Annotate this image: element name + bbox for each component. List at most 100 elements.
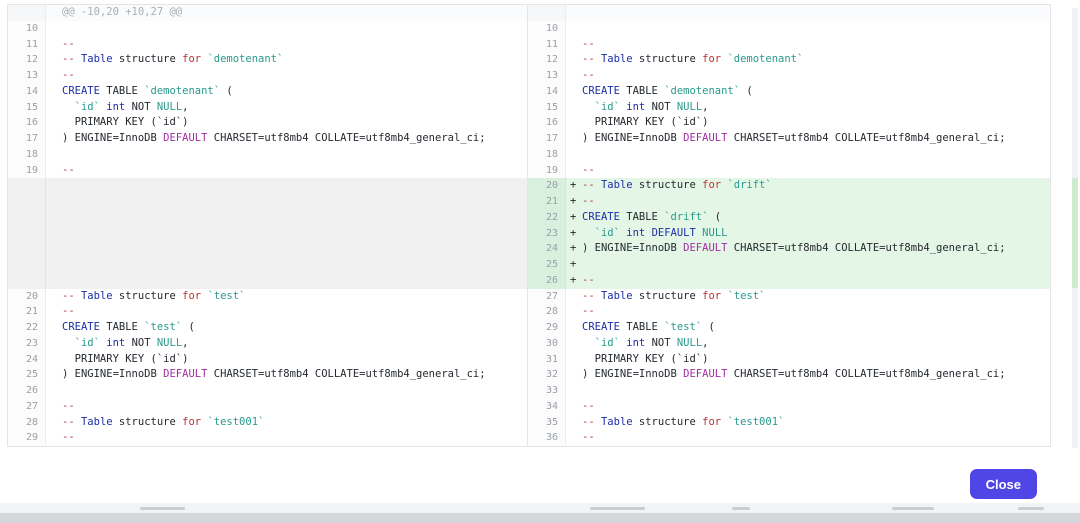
dimmed-text-fragment <box>140 507 185 510</box>
line-number: 12 <box>528 52 566 68</box>
diff-line: 29-- <box>8 430 527 446</box>
line-number <box>8 210 46 226</box>
diff-line: 35-- Table structure for `test001` <box>528 415 1050 431</box>
code-text <box>566 21 1050 37</box>
placeholder-row <box>8 194 527 210</box>
code-text: -- Table structure for `test` <box>566 289 1050 305</box>
code-text <box>46 226 527 242</box>
dimmed-page-background <box>0 513 1080 523</box>
line-number: 10 <box>8 21 46 37</box>
diff-line: 10 <box>8 21 527 37</box>
diff-line: 10 <box>528 21 1050 37</box>
diff-line: 27-- <box>8 399 527 415</box>
code-text: -- <box>566 399 1050 415</box>
diff-line-added: 21+-- <box>528 194 1050 210</box>
code-text: -- Table structure for `test001` <box>46 415 527 431</box>
code-text: -- <box>46 304 527 320</box>
diff-line-added: 20+-- Table structure for `drift` <box>528 178 1050 194</box>
diff-line: 11-- <box>8 37 527 53</box>
diff-line: 11-- <box>528 37 1050 53</box>
diff-line: 22CREATE TABLE `test` ( <box>8 320 527 336</box>
code-text: -- <box>46 430 527 446</box>
code-text: -- <box>566 304 1050 320</box>
code-text <box>46 194 527 210</box>
code-text: +) ENGINE=InnoDB DEFAULT CHARSET=utf8mb4… <box>566 241 1050 257</box>
code-text <box>46 21 527 37</box>
line-number <box>8 257 46 273</box>
line-number: 15 <box>528 100 566 116</box>
line-number: 35 <box>528 415 566 431</box>
code-text <box>46 273 527 289</box>
diff-line-added: 23+ `id` int DEFAULT NULL <box>528 226 1050 242</box>
diff-line: 29CREATE TABLE `test` ( <box>528 320 1050 336</box>
line-number <box>8 194 46 210</box>
code-text: PRIMARY KEY (`id`) <box>46 352 527 368</box>
code-text: CREATE TABLE `test` ( <box>46 320 527 336</box>
diff-line: 13-- <box>8 68 527 84</box>
code-text <box>46 257 527 273</box>
placeholder-row <box>8 210 527 226</box>
code-text: +-- Table structure for `drift` <box>566 178 1050 194</box>
diff-prefix: + <box>570 226 582 242</box>
scroll-indicator-strip[interactable] <box>1072 8 1078 503</box>
diff-line: 17) ENGINE=InnoDB DEFAULT CHARSET=utf8mb… <box>528 131 1050 147</box>
code-text <box>46 241 527 257</box>
line-number <box>8 5 46 21</box>
dimmed-page-row <box>0 503 1080 513</box>
hunk-header-row <box>528 5 1050 21</box>
diff-line: 12-- Table structure for `demotenant` <box>528 52 1050 68</box>
code-text: -- <box>46 163 527 179</box>
diff-line: 12-- Table structure for `demotenant` <box>8 52 527 68</box>
diff-line: 16 PRIMARY KEY (`id`) <box>8 115 527 131</box>
line-number: 17 <box>8 131 46 147</box>
code-text: -- Table structure for `test001` <box>566 415 1050 431</box>
line-number: 24 <box>528 241 566 257</box>
diff-line-added: 25+ <box>528 257 1050 273</box>
dimmed-text-fragment <box>732 507 750 510</box>
diff-line: 31 PRIMARY KEY (`id`) <box>528 352 1050 368</box>
hunk-header-row: @@ -10,20 +10,27 @@ <box>8 5 527 21</box>
line-number: 14 <box>528 84 566 100</box>
line-number <box>528 5 566 21</box>
line-number: 28 <box>8 415 46 431</box>
code-text: + <box>566 257 1050 273</box>
diff-line: 16 PRIMARY KEY (`id`) <box>528 115 1050 131</box>
line-number: 33 <box>528 383 566 399</box>
code-text: ) ENGINE=InnoDB DEFAULT CHARSET=utf8mb4 … <box>566 131 1050 147</box>
diff-line: 23 `id` int NOT NULL, <box>8 336 527 352</box>
diff-line: 15 `id` int NOT NULL, <box>528 100 1050 116</box>
code-text: `id` int NOT NULL, <box>566 336 1050 352</box>
line-number: 26 <box>528 273 566 289</box>
diff-line: 15 `id` int NOT NULL, <box>8 100 527 116</box>
line-number: 11 <box>8 37 46 53</box>
code-text: -- Table structure for `test` <box>46 289 527 305</box>
diff-line-added: 26+-- <box>528 273 1050 289</box>
diff-line-added: 22+CREATE TABLE `drift` ( <box>528 210 1050 226</box>
code-text <box>566 5 1050 21</box>
line-number: 13 <box>528 68 566 84</box>
line-number: 10 <box>528 21 566 37</box>
line-number: 18 <box>8 147 46 163</box>
diff-pane-old[interactable]: @@ -10,20 +10,27 @@1011--12-- Table stru… <box>8 5 527 446</box>
line-number: 28 <box>528 304 566 320</box>
diff-line: 32) ENGINE=InnoDB DEFAULT CHARSET=utf8mb… <box>528 367 1050 383</box>
diff-line: 21-- <box>8 304 527 320</box>
diff-line: 19-- <box>8 163 527 179</box>
line-number: 27 <box>8 399 46 415</box>
code-text: -- <box>566 37 1050 53</box>
code-text: ) ENGINE=InnoDB DEFAULT CHARSET=utf8mb4 … <box>566 367 1050 383</box>
line-number: 21 <box>8 304 46 320</box>
diff-line: 17) ENGINE=InnoDB DEFAULT CHARSET=utf8mb… <box>8 131 527 147</box>
placeholder-row <box>8 178 527 194</box>
line-number: 32 <box>528 367 566 383</box>
placeholder-row <box>8 257 527 273</box>
diff-line: 20-- Table structure for `test` <box>8 289 527 305</box>
code-text <box>46 383 527 399</box>
diff-prefix: + <box>570 210 582 226</box>
diff-line: 27-- Table structure for `test` <box>528 289 1050 305</box>
diff-viewer[interactable]: @@ -10,20 +10,27 @@1011--12-- Table stru… <box>7 4 1051 447</box>
diff-pane-new[interactable]: 1011--12-- Table structure for `demotena… <box>527 5 1050 446</box>
line-number: 24 <box>8 352 46 368</box>
close-button[interactable]: Close <box>970 469 1037 499</box>
line-number: 34 <box>528 399 566 415</box>
